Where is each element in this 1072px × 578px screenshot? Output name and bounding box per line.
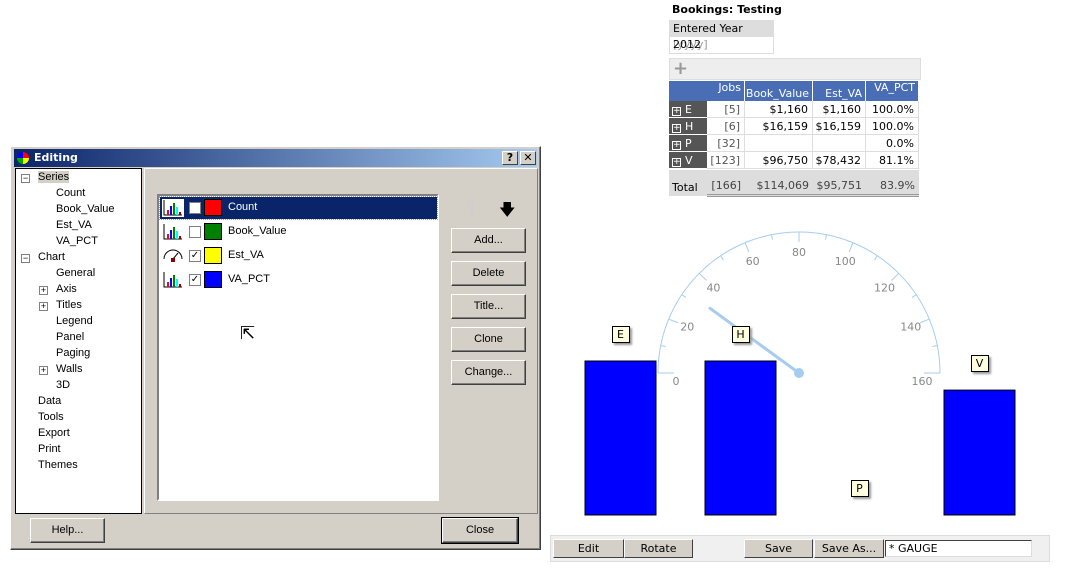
gauge-tick-label: 160 bbox=[912, 375, 933, 388]
gauge-tick-label: 60 bbox=[746, 255, 760, 268]
bar-label: V bbox=[970, 355, 989, 373]
gauge-tick bbox=[771, 234, 773, 240]
gauge-tick-label: 40 bbox=[706, 281, 720, 294]
gauge-tick bbox=[660, 345, 666, 347]
gauge-bar-chart: 0 20 40 60 80 100 120 140 160 bbox=[584, 231, 1016, 516]
bar-E[interactable] bbox=[584, 360, 657, 516]
save-as-button[interactable]: Save As... bbox=[814, 539, 884, 558]
gauge-tick bbox=[825, 234, 827, 240]
gauge-tick bbox=[911, 294, 917, 298]
bar-H[interactable] bbox=[704, 360, 777, 516]
gauge-tick bbox=[720, 255, 724, 261]
gauge-hub bbox=[794, 368, 804, 378]
bar-label: H bbox=[731, 326, 750, 343]
gauge-tick-label: 140 bbox=[900, 321, 921, 334]
gauge-tick bbox=[744, 242, 750, 253]
rotate-button[interactable]: Rotate bbox=[624, 539, 693, 558]
gauge-tick bbox=[891, 272, 900, 281]
gauge-tick bbox=[932, 345, 938, 347]
gauge-tick-label: 100 bbox=[835, 255, 856, 268]
gauge-tick bbox=[919, 318, 930, 324]
gauge-tick-label: 120 bbox=[874, 281, 895, 294]
edit-button[interactable]: Edit bbox=[553, 539, 624, 558]
bar-label: P bbox=[850, 480, 869, 497]
chart-name-input[interactable]: * GAUGE bbox=[885, 540, 1032, 557]
gauge-tick bbox=[668, 318, 679, 324]
bar-V[interactable] bbox=[943, 389, 1016, 516]
gauge-tick-label: 80 bbox=[792, 246, 806, 259]
bar-label: E bbox=[611, 326, 630, 343]
gauge-tick bbox=[848, 242, 854, 253]
save-button[interactable]: Save bbox=[744, 539, 813, 558]
gauge-tick bbox=[698, 272, 707, 281]
gauge-tick-label: 0 bbox=[673, 375, 680, 388]
gauge-tick bbox=[681, 294, 687, 298]
gauge-tick-label: 20 bbox=[680, 321, 694, 334]
gauge-tick bbox=[874, 255, 878, 261]
